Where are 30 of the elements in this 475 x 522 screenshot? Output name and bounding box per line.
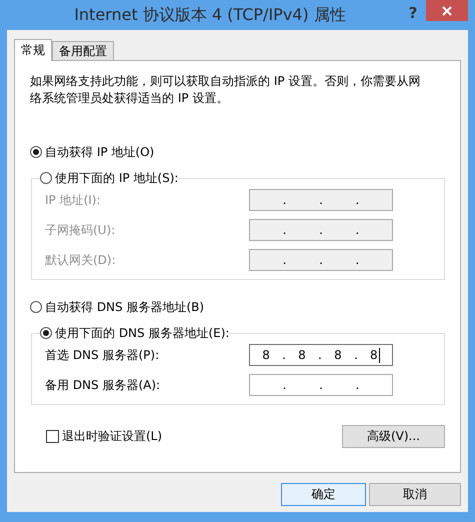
radio-button[interactable] [40,327,52,339]
radio-button[interactable] [40,172,52,184]
field-label: 默认网关(D): [45,252,117,268]
radio-option[interactable]: 自动获得 IP 地址(O) [30,143,445,161]
tab[interactable]: 备用配置 [52,41,114,60]
checkbox-option[interactable]: 退出时验证设置(L) [46,428,162,446]
field-label: 子网掩码(U): [45,222,116,238]
radio-button[interactable] [30,146,42,158]
advanced-button[interactable]: 高级(V)... [342,425,445,448]
window-title: Internet 协议版本 4 (TCP/IPv4) 属性 [73,4,347,26]
dialog-button[interactable]: 取消 [369,483,461,506]
radio-label: 自动获得 IP 地址(O) [45,144,154,160]
radio-label: 自动获得 DNS 服务器地址(B) [45,298,204,316]
field-label: IP 地址(I): [45,192,102,208]
field-label: 首选 DNS 服务器(P): [45,346,160,364]
radio-option[interactable]: 自动获得 DNS 服务器地址(B) [30,298,445,316]
ip-address-field[interactable]: . . . [249,374,393,396]
help-button[interactable]: ? [400,2,426,23]
close-icon [442,6,452,16]
description-text: 如果网络支持此功能，则可以获取自动指派的 IP 设置。否则，你需要从网络系统管理员处获得适当的 IP 设置。 [30,73,422,107]
radio-button[interactable] [30,301,42,313]
checkbox[interactable] [46,430,59,443]
tab[interactable]: 常规 [14,39,52,61]
radio-label: 使用下面的 IP 地址(S): [55,170,178,186]
field-label: 备用 DNS 服务器(A): [45,376,162,394]
close-button[interactable] [426,0,468,21]
ip-address-field[interactable]: 8 . 8 . 8 . 8 [249,344,393,366]
radio-option[interactable]: 使用下面的 IP 地址(S): [40,169,178,187]
checkbox-label: 退出时验证设置(L) [62,428,162,445]
dialog-button[interactable]: 确定 [281,483,366,506]
